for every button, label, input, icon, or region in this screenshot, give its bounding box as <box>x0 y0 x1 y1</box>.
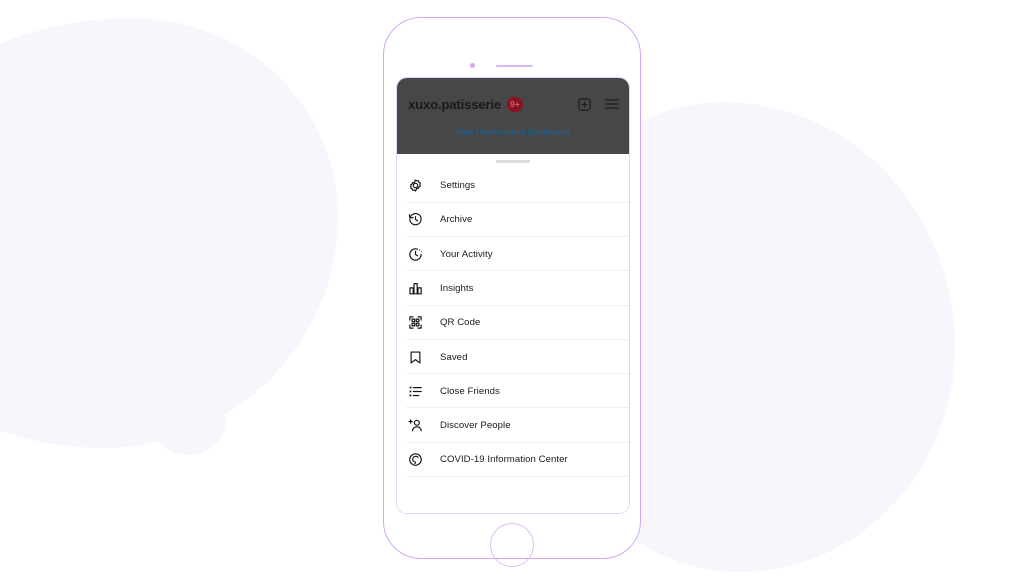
activity-clock-icon <box>406 245 425 264</box>
menu-item-discover-people[interactable]: Discover People <box>397 408 629 444</box>
menu-list: Settings Archive Your Activity Insights … <box>397 168 629 478</box>
view-professional-dashboard-link[interactable]: View Professional Dashboard <box>397 128 629 137</box>
add-person-icon <box>406 416 425 435</box>
phone-screen: xuxo.patisserie 9+ View Professional Das… <box>396 77 630 514</box>
menu-item-settings[interactable]: Settings <box>397 168 629 203</box>
profile-username: xuxo.patisserie <box>408 96 502 112</box>
bottom-sheet-menu: Settings Archive Your Activity Insights … <box>397 154 629 513</box>
phone-mockup-frame: xuxo.patisserie 9+ View Professional Das… <box>383 17 641 567</box>
bookmark-icon <box>406 348 425 367</box>
menu-item-label: Insights <box>440 282 474 294</box>
menu-item-close-friends[interactable]: Close Friends <box>397 374 629 409</box>
header-row: xuxo.patisserie 9+ <box>397 78 629 130</box>
front-camera-dot-icon <box>470 63 475 68</box>
menu-item-label: Your Activity <box>440 248 493 260</box>
list-icon <box>406 382 425 401</box>
gear-icon <box>406 176 425 195</box>
hamburger-menu-icon[interactable] <box>604 96 620 112</box>
covid-info-icon <box>406 450 425 469</box>
menu-item-label: Close Friends <box>440 385 500 397</box>
menu-item-archive[interactable]: Archive <box>397 203 629 238</box>
home-button[interactable] <box>490 523 534 567</box>
menu-item-qr-code[interactable]: QR Code <box>397 306 629 341</box>
plus-square-icon[interactable] <box>577 97 592 112</box>
app-header-dimmed: xuxo.patisserie 9+ View Professional Das… <box>397 78 629 154</box>
bar-chart-icon <box>406 279 425 298</box>
menu-item-label: QR Code <box>440 317 481 329</box>
menu-item-label: Saved <box>440 351 468 363</box>
menu-item-label: COVID-19 Information Center <box>440 454 568 466</box>
screenshot-canvas: xuxo.patisserie 9+ View Professional Das… <box>0 0 1024 576</box>
notification-badge: 9+ <box>507 96 523 112</box>
sheet-drag-handle[interactable] <box>496 160 530 164</box>
menu-item-saved[interactable]: Saved <box>397 340 629 375</box>
background-blob-left <box>0 18 338 448</box>
menu-item-label: Settings <box>440 180 476 192</box>
sheet-bottom-space <box>397 477 629 507</box>
menu-item-covid-information-center[interactable]: COVID-19 Information Center <box>397 443 629 478</box>
background-blob-small <box>150 381 226 455</box>
archive-clock-icon <box>406 210 425 229</box>
menu-item-your-activity[interactable]: Your Activity <box>397 237 629 272</box>
menu-item-label: Discover People <box>440 420 511 432</box>
menu-item-label: Archive <box>440 214 473 226</box>
qr-code-icon <box>406 313 425 332</box>
menu-item-insights[interactable]: Insights <box>397 271 629 306</box>
earpiece-speaker-icon <box>496 65 533 67</box>
